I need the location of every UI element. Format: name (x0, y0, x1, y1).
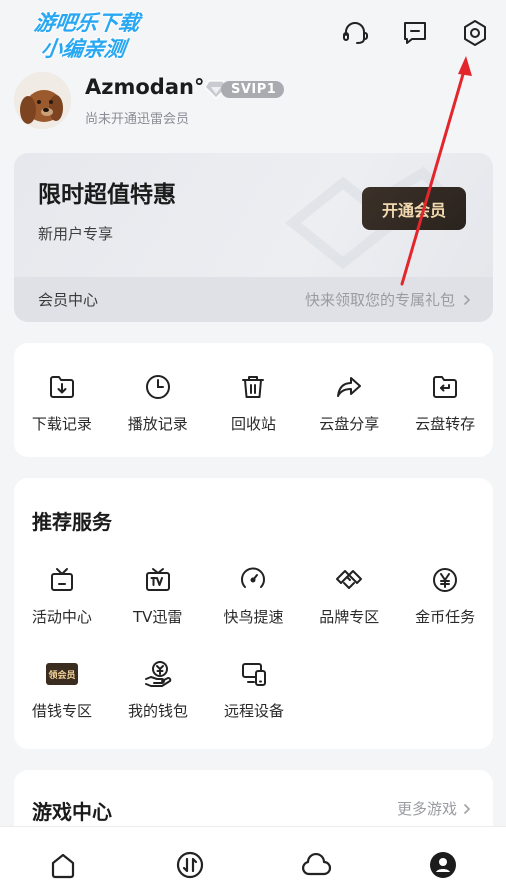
speedometer-icon (237, 564, 269, 596)
services-title: 推荐服务 (32, 510, 112, 534)
vip-promo-card[interactable]: 限时超值特惠 新用户专享 开通会员 会员中心 快来领取您的专属礼包 (14, 153, 493, 322)
headset-icon[interactable] (337, 15, 373, 51)
message-icon[interactable] (397, 15, 433, 51)
download-folder-icon (46, 371, 78, 403)
avatar[interactable] (14, 72, 71, 129)
tv-icon (142, 564, 174, 596)
services-row-2: 领会员 借钱专区 我的钱包 远程设备 (14, 658, 493, 721)
profile-icon (429, 851, 456, 878)
member-center-bar[interactable]: 会员中心 快来领取您的专属礼包 (14, 277, 493, 322)
tool-label: 回收站 (230, 415, 276, 433)
membership-status: 尚未开通迅雷会员 (85, 112, 190, 127)
recommended-services-card: 推荐服务 活动中心 TV迅雷 快鸟提速 品牌专区 金币任务 领会员 借钱专区 我… (14, 478, 493, 749)
username[interactable]: Azmodan° (85, 75, 204, 99)
nav-cloud[interactable] (286, 840, 346, 890)
service-coin-tasks[interactable]: 金币任务 (397, 564, 493, 627)
settings-icon[interactable] (457, 15, 493, 51)
service-activity-center[interactable]: 活动中心 (14, 564, 110, 627)
services-row-1: 活动中心 TV迅雷 快鸟提速 品牌专区 金币任务 (14, 564, 493, 627)
service-label: 金币任务 (415, 608, 476, 626)
service-brand-zone[interactable]: 品牌专区 (301, 564, 397, 627)
nav-home[interactable] (33, 840, 93, 890)
tool-play-records[interactable]: 播放记录 (110, 371, 206, 434)
more-games-label: 更多游戏 (396, 800, 457, 818)
nav-profile[interactable] (413, 840, 473, 890)
service-remote-device[interactable]: 远程设备 (206, 658, 302, 721)
folder-transfer-icon (429, 371, 461, 403)
promo-link: 快来领取您的专属礼包 (305, 289, 471, 310)
yen-coin-icon (429, 564, 461, 596)
tools-row: 下载记录 播放记录 回收站 云盘分享 云盘转存 (14, 371, 493, 434)
service-label: 品牌专区 (319, 608, 380, 626)
promo-text: 快来领取您的专属礼包 (304, 291, 455, 309)
watermark-line-2: 小编亲测 (39, 37, 127, 61)
loan-badge: 领会员 (46, 663, 78, 685)
service-label: TV迅雷 (132, 608, 183, 626)
share-arrow-icon (333, 371, 365, 403)
games-title: 游戏中心 (32, 800, 112, 824)
service-speed-boost[interactable]: 快鸟提速 (206, 564, 302, 627)
member-center-label: 会员中心 (38, 291, 99, 309)
tools-card: 下载记录 播放记录 回收站 云盘分享 云盘转存 (14, 343, 493, 457)
tool-label: 云盘分享 (319, 415, 380, 433)
remote-device-icon (238, 658, 270, 690)
tool-recycle-bin[interactable]: 回收站 (206, 371, 302, 434)
tool-label: 云盘转存 (415, 415, 476, 433)
watermark-line-1: 游吧乐下载 (32, 11, 142, 35)
service-label: 活动中心 (31, 608, 92, 626)
watermark: 游吧乐下载 小编亲测 (6, 10, 163, 62)
tv-box-icon (46, 564, 78, 596)
loan-badge-icon: 领会员 (46, 658, 78, 690)
service-tv-xunlei[interactable]: TV迅雷 (110, 564, 206, 627)
vip-subtitle: 新用户专享 (38, 225, 114, 243)
svip-badge[interactable]: SVIP1 (205, 79, 285, 99)
nav-transfer[interactable] (160, 840, 220, 890)
transfer-icon (176, 851, 203, 878)
tool-label: 下载记录 (31, 415, 92, 433)
chevron-right-icon (463, 294, 471, 305)
service-loan-zone[interactable]: 领会员 借钱专区 (14, 658, 110, 721)
service-label: 借钱专区 (31, 702, 92, 720)
chevron-right-icon (463, 803, 471, 814)
bottom-navigation (0, 826, 506, 896)
header-actions (337, 15, 493, 51)
home-icon (52, 853, 75, 878)
more-games-link[interactable]: 更多游戏 (397, 798, 471, 819)
service-label: 远程设备 (223, 702, 284, 720)
handshake-icon (333, 564, 365, 596)
vip-title: 限时超值特惠 (38, 182, 176, 208)
tool-cloud-transfer[interactable]: 云盘转存 (397, 371, 493, 434)
service-my-wallet[interactable]: 我的钱包 (110, 658, 206, 721)
svip-level: SVIP1 (221, 80, 285, 98)
tool-download-records[interactable]: 下载记录 (14, 371, 110, 434)
open-vip-button[interactable]: 开通会员 (362, 187, 466, 230)
service-label: 我的钱包 (127, 702, 188, 720)
trash-icon (237, 371, 269, 403)
service-label: 快鸟提速 (223, 608, 284, 626)
cloud-icon (302, 852, 332, 875)
clock-icon (142, 371, 174, 403)
tool-cloud-share[interactable]: 云盘分享 (301, 371, 397, 434)
tool-label: 播放记录 (127, 415, 188, 433)
wallet-hand-icon (142, 658, 174, 690)
